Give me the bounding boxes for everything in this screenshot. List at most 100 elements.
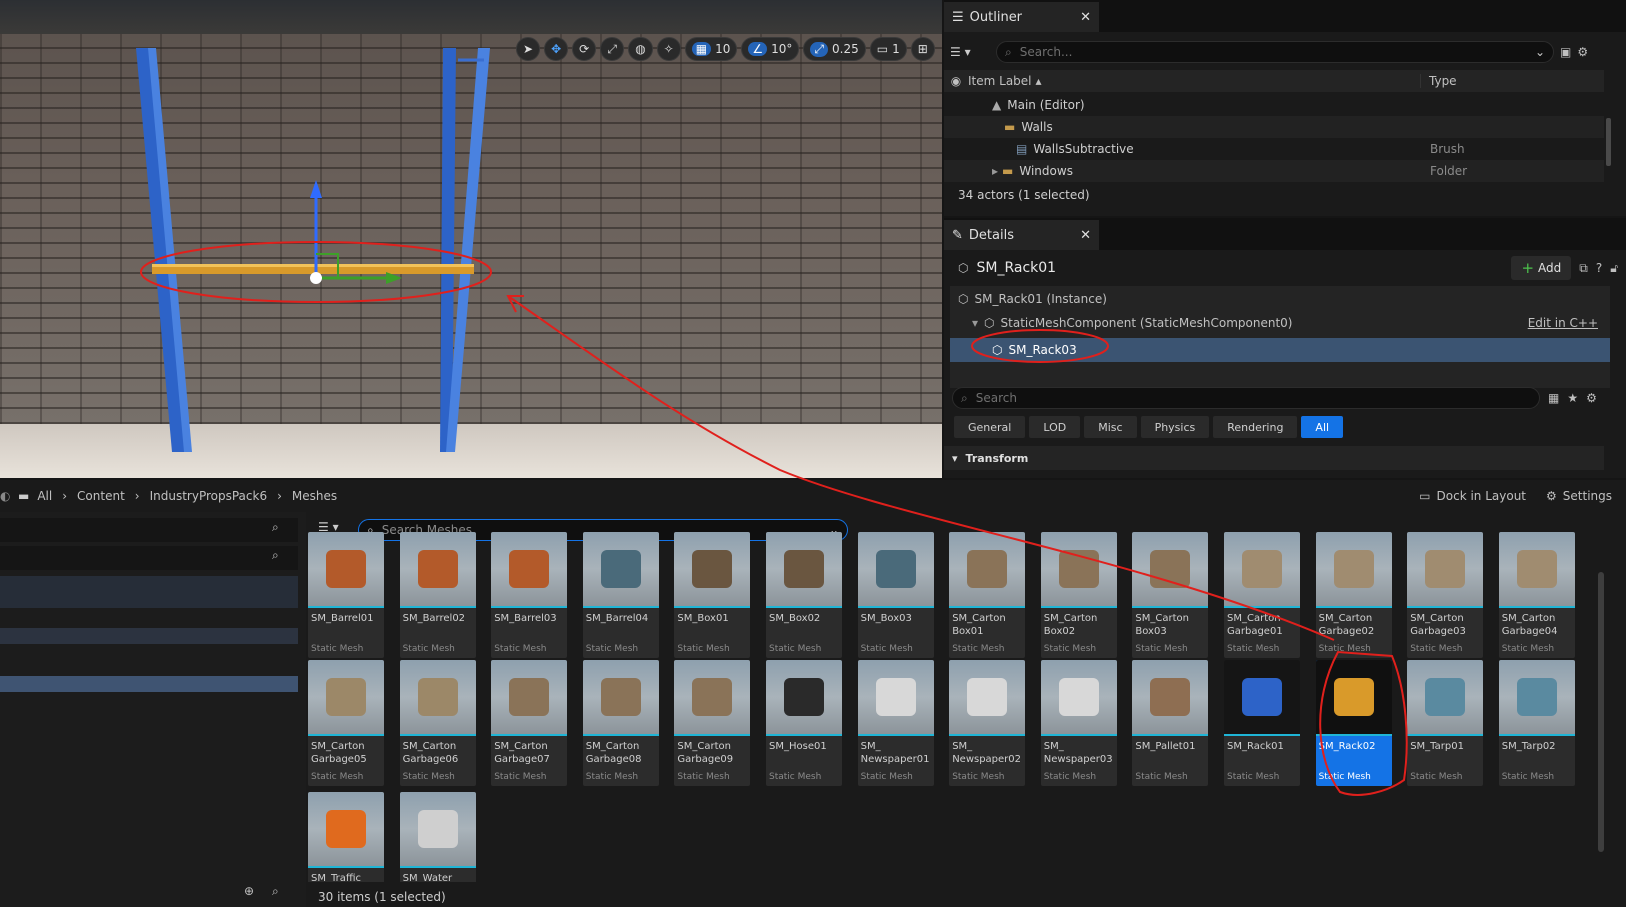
outliner-scrollbar[interactable]	[1606, 118, 1611, 166]
translate-tool-button[interactable]: ✥	[544, 37, 569, 61]
filter-icon[interactable]: ☰ ▾	[950, 45, 990, 59]
select-tool-button[interactable]: ➤	[516, 37, 541, 61]
asset-tile[interactable]: SM_Carton Garbage08 Static Mesh	[582, 660, 659, 786]
asset-thumbnail	[766, 532, 842, 606]
asset-thumbnail	[1315, 660, 1392, 734]
outliner-row[interactable]: ▲ Main (Editor)	[944, 94, 1604, 116]
add-component-button[interactable]: + Add	[1511, 256, 1572, 280]
asset-tile[interactable]: SM_Carton Garbage04 Static Mesh	[1498, 532, 1575, 658]
help-icon[interactable]: ?	[1596, 261, 1602, 275]
add-collection-icon[interactable]: ⊕	[244, 884, 254, 898]
asset-scrollbar[interactable]	[1598, 572, 1604, 852]
close-icon[interactable]: ✕	[1080, 228, 1091, 243]
asset-tile[interactable]: SM_Carton Garbage02 Static Mesh	[1315, 532, 1392, 658]
asset-tile[interactable]: SM_ Newspaper02 Static Mesh	[949, 660, 1026, 786]
asset-tile[interactable]: SM_Carton Garbage01 Static Mesh	[1224, 532, 1300, 658]
search-icon[interactable]: ⌕	[272, 548, 279, 563]
search-icon[interactable]: ⌕	[272, 884, 279, 899]
collections-search-input[interactable]	[0, 546, 298, 570]
chevron-right-icon[interactable]: ▸	[992, 164, 998, 178]
sources-tree-row[interactable]	[0, 628, 298, 644]
dock-in-layout-button[interactable]: Dock in Layout	[1437, 489, 1527, 503]
tab-details[interactable]: ✎ Details ✕	[944, 220, 1099, 250]
asset-tile[interactable]: SM_Box01 Static Mesh	[674, 532, 751, 658]
filter-rendering[interactable]: Rendering	[1213, 416, 1298, 438]
asset-tile[interactable]: SM_Rack02 Static Mesh	[1315, 660, 1392, 786]
col-item-label[interactable]: Item Label	[968, 74, 1032, 88]
level-viewport[interactable]: ➤ ✥ ⟳ ⤢ ◍ ✧ ▦ 10 ∠ 10° ⤢ 0.25 ▭ 1 ⊞	[0, 0, 942, 478]
asset-type: Static Mesh	[1043, 644, 1097, 654]
asset-tile[interactable]: SM_Tarp02 Static Mesh	[1498, 660, 1575, 786]
lock-icon[interactable]: 🔓︎	[1610, 261, 1618, 276]
asset-tile[interactable]: SM_ Newspaper01 Static Mesh	[857, 660, 934, 786]
table-view-icon[interactable]: ▦	[1548, 391, 1559, 405]
sources-search-input[interactable]	[0, 518, 298, 542]
asset-tile[interactable]: SM_Carton Garbage03 Static Mesh	[1407, 532, 1484, 658]
asset-tile[interactable]: SM_Barrel02 Static Mesh	[399, 532, 476, 658]
details-search-input[interactable]: ⌕ Search	[952, 387, 1540, 409]
sources-tree-row[interactable]	[0, 576, 298, 608]
asset-tile[interactable]: SM_Carton Garbage06 Static Mesh	[399, 660, 476, 786]
filter-general[interactable]: General	[954, 416, 1026, 438]
row-type: Folder	[1430, 164, 1468, 178]
settings-button[interactable]: Settings	[1563, 489, 1612, 503]
history-icon[interactable]: ◐	[0, 489, 14, 503]
viewport-layout-button[interactable]: ⊞	[910, 37, 935, 61]
asset-tile[interactable]: SM_Water	[399, 792, 476, 882]
gear-icon[interactable]: ⚙	[1577, 45, 1588, 59]
asset-tile[interactable]: SM_Carton Box01 Static Mesh	[949, 532, 1026, 658]
grid-snap-button[interactable]: ▦ 10	[684, 37, 738, 61]
outliner-search-input[interactable]: ⌕ Search... ⌄	[996, 41, 1554, 63]
outliner-row[interactable]: ▸ ▬ Windows Folder	[944, 160, 1604, 182]
angle-snap-button[interactable]: ∠ 10°	[741, 37, 800, 61]
filter-all[interactable]: All	[1301, 416, 1344, 438]
sources-tree-row-selected[interactable]	[0, 676, 298, 692]
col-type[interactable]: Type	[1420, 74, 1457, 88]
world-local-button[interactable]: ◍	[628, 37, 653, 61]
add-folder-icon[interactable]: ▣	[1560, 45, 1571, 59]
asset-name: SM_Carton Garbage03	[1410, 613, 1466, 637]
breadcrumb-all[interactable]: All	[37, 489, 52, 503]
asset-tile[interactable]: SM_Carton Box02 Static Mesh	[1040, 532, 1117, 658]
asset-tile[interactable]: SM_Carton Garbage09 Static Mesh	[674, 660, 751, 786]
breadcrumb-pack[interactable]: IndustryPropsPack6	[150, 489, 268, 503]
filter-lod[interactable]: LOD	[1029, 416, 1081, 438]
asset-tile[interactable]: SM_Box02 Static Mesh	[766, 532, 842, 658]
asset-tile[interactable]: SM_Carton Garbage05 Static Mesh	[308, 660, 384, 786]
component-selected-row[interactable]: ⬡ SM_Rack03	[950, 338, 1610, 362]
asset-tile[interactable]: SM_Box03 Static Mesh	[857, 532, 934, 658]
asset-tile[interactable]: SM_Tarp01 Static Mesh	[1407, 660, 1484, 786]
outliner-row[interactable]: ▬ Walls	[944, 116, 1604, 138]
asset-tile[interactable]: SM_Rack01 Static Mesh	[1224, 660, 1300, 786]
rotate-tool-button[interactable]: ⟳	[572, 37, 597, 61]
asset-tile[interactable]: SM_Hose01 Static Mesh	[766, 660, 842, 786]
close-icon[interactable]: ✕	[1080, 10, 1091, 25]
section-transform[interactable]: ▾ Transform	[944, 446, 1604, 470]
scale-tool-button[interactable]: ⤢	[600, 37, 625, 61]
asset-tile[interactable]: SM_ Newspaper03 Static Mesh	[1040, 660, 1117, 786]
component-instance-row[interactable]: ⬡ SM_Rack01 (Instance)	[950, 288, 1107, 310]
camera-speed-button[interactable]: ▭ 1	[869, 37, 907, 61]
edit-in-cpp-link[interactable]: Edit in C++	[1528, 316, 1598, 330]
gear-icon[interactable]: ⚙	[1586, 391, 1597, 405]
asset-tile[interactable]: SM_Traffic	[308, 792, 384, 882]
asset-tile[interactable]: SM_Pallet01 Static Mesh	[1132, 660, 1209, 786]
eye-icon[interactable]: ◉	[944, 74, 968, 88]
filter-misc[interactable]: Misc	[1084, 416, 1137, 438]
blueprint-icon[interactable]: ⧉	[1579, 261, 1588, 276]
component-mesh-row[interactable]: ▾ ⬡ StaticMeshComponent (StaticMeshCompo…	[950, 312, 1610, 334]
asset-tile[interactable]: SM_Carton Garbage07 Static Mesh	[491, 660, 568, 786]
asset-tile[interactable]: SM_Carton Box03 Static Mesh	[1132, 532, 1209, 658]
tab-outliner[interactable]: ☰ Outliner ✕	[944, 2, 1099, 32]
asset-tile[interactable]: SM_Barrel03 Static Mesh	[491, 532, 568, 658]
breadcrumb-content[interactable]: Content	[77, 489, 125, 503]
star-icon[interactable]: ★	[1567, 391, 1578, 405]
filter-physics[interactable]: Physics	[1140, 416, 1210, 438]
asset-tile[interactable]: SM_Barrel01 Static Mesh	[308, 532, 384, 658]
scale-snap-button[interactable]: ⤢ 0.25	[803, 37, 866, 61]
breadcrumb-meshes[interactable]: Meshes	[292, 489, 337, 503]
surface-snap-button[interactable]: ✧	[656, 37, 681, 61]
asset-tile[interactable]: SM_Barrel04 Static Mesh	[582, 532, 659, 658]
outliner-row[interactable]: ▤ WallsSubtractive Brush	[944, 138, 1604, 160]
search-icon[interactable]: ⌕	[272, 520, 279, 535]
